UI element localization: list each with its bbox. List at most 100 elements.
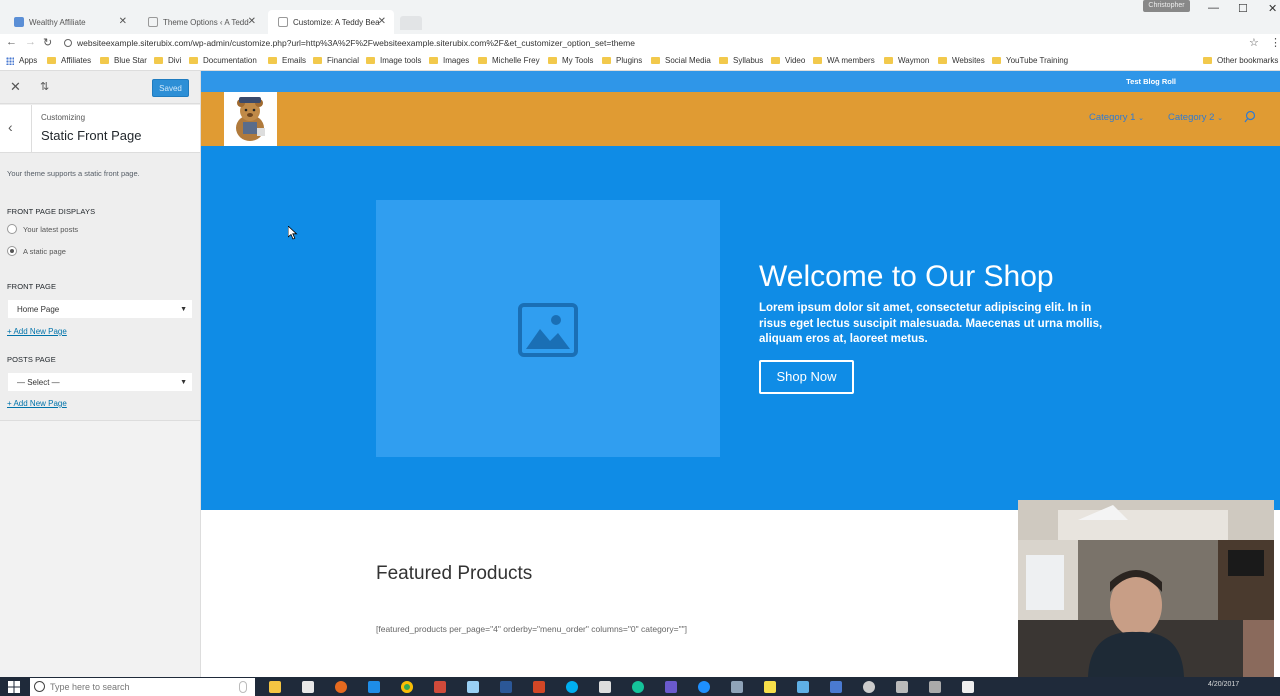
bookmark-star-icon[interactable]: ☆ xyxy=(1249,36,1259,49)
featured-products-shortcode: [featured_products per_page="4" orderby=… xyxy=(376,624,687,634)
bookmark-apps[interactable]: Apps xyxy=(6,56,37,65)
reload-icon[interactable]: ↻ xyxy=(43,36,52,49)
calendar-icon[interactable] xyxy=(599,681,611,693)
app-icon[interactable] xyxy=(467,681,479,693)
bookmark-folder[interactable]: Blue Star xyxy=(100,56,147,65)
radio-label: Your latest posts xyxy=(23,225,79,234)
folder-icon xyxy=(154,57,163,64)
close-tab-icon[interactable]: ✕ xyxy=(378,16,386,27)
new-tab-button[interactable] xyxy=(400,16,422,30)
site-logo[interactable] xyxy=(224,92,277,146)
app-icon[interactable] xyxy=(929,681,941,693)
minimize-icon[interactable]: — xyxy=(1208,2,1219,14)
tab-wealthy-affiliate[interactable]: Wealthy Affiliate ✕ xyxy=(4,10,135,34)
bookmark-label: Michelle Frey xyxy=(492,56,540,65)
skype-icon[interactable] xyxy=(566,681,578,693)
taskbar-clock[interactable]: 4/20/2017 xyxy=(1208,681,1239,688)
radio-static-page[interactable] xyxy=(7,246,17,256)
front-page-select[interactable]: Home Page ▼ xyxy=(7,299,193,319)
bookmark-folder[interactable]: Websites xyxy=(938,56,985,65)
file-explorer-icon[interactable] xyxy=(269,681,281,693)
add-new-page-link[interactable]: + Add New Page xyxy=(7,327,67,336)
forward-arrow-icon[interactable]: → xyxy=(25,36,36,48)
bookmark-folder[interactable]: Affiliates xyxy=(47,56,91,65)
app-icon[interactable] xyxy=(797,681,809,693)
bookmark-folder[interactable]: Documentation xyxy=(189,56,257,65)
radio-label: A static page xyxy=(23,247,66,256)
app-icon[interactable] xyxy=(830,681,842,693)
bookmark-folder[interactable]: Images xyxy=(429,56,469,65)
bookmark-folder[interactable]: Video xyxy=(771,56,805,65)
add-new-page-link[interactable]: + Add New Page xyxy=(7,399,67,408)
menu-dots-icon[interactable]: ⋮ xyxy=(1270,36,1280,49)
tab-theme-options[interactable]: Theme Options ‹ A Tedd ✕ xyxy=(138,10,264,34)
hero-description: Lorem ipsum dolor sit amet, consectetur … xyxy=(759,302,1103,345)
back-arrow-icon[interactable]: ← xyxy=(6,36,17,48)
folder-icon xyxy=(884,57,893,64)
bookmark-folder[interactable]: Social Media xyxy=(651,56,711,65)
taskbar-search-input[interactable]: Type here to search xyxy=(30,678,255,696)
menu-item-category-2[interactable]: Category 2 ⌄ xyxy=(1168,112,1223,123)
bookmark-folder[interactable]: Waymon xyxy=(884,56,929,65)
microphone-icon[interactable] xyxy=(239,681,247,693)
bookmark-label: Images xyxy=(443,56,470,65)
posts-page-select[interactable]: — Select — ▼ xyxy=(7,372,193,392)
app-icon[interactable] xyxy=(434,681,446,693)
menu-item-category-1[interactable]: Category 1 ⌄ xyxy=(1089,112,1144,123)
posts-page-label: Posts page xyxy=(7,355,56,364)
bookmark-folder[interactable]: YouTube Training xyxy=(992,56,1068,65)
close-icon[interactable]: ✕ xyxy=(10,79,21,95)
menu-label: Category 2 xyxy=(1168,112,1215,123)
bookmark-label: YouTube Training xyxy=(1006,56,1069,65)
tab-customize[interactable]: Customize: A Teddy Bea ✕ xyxy=(268,10,394,34)
folder-icon xyxy=(1203,57,1212,64)
select-value: — Select — xyxy=(17,378,60,387)
app-icon[interactable] xyxy=(665,681,677,693)
store-icon[interactable] xyxy=(302,681,314,693)
app-icon[interactable] xyxy=(698,681,710,693)
settings-gear-icon[interactable] xyxy=(863,681,875,693)
grammarly-icon[interactable] xyxy=(632,681,644,693)
device-switch-icon[interactable]: ⇅ xyxy=(40,80,49,93)
hero-image-placeholder xyxy=(376,200,720,457)
shop-now-button[interactable]: Shop Now xyxy=(759,360,854,394)
close-tab-icon[interactable]: ✕ xyxy=(248,16,256,27)
bookmark-folder[interactable]: Image tools xyxy=(366,56,421,65)
bookmark-folder[interactable]: My Tools xyxy=(548,56,593,65)
saved-button[interactable]: Saved xyxy=(152,79,189,97)
bookmark-folder[interactable]: Emails xyxy=(268,56,306,65)
folder-icon xyxy=(100,57,109,64)
bookmark-label: Emails xyxy=(282,56,307,65)
bookmark-folder[interactable]: Divi xyxy=(154,56,181,65)
radio-latest-posts[interactable] xyxy=(7,224,17,234)
top-bar-link[interactable]: Test Blog Roll xyxy=(1126,77,1176,86)
sticky-notes-icon[interactable] xyxy=(764,681,776,693)
maximize-icon[interactable]: ☐ xyxy=(1238,2,1248,15)
word-icon[interactable] xyxy=(500,681,512,693)
powerpoint-icon[interactable] xyxy=(533,681,545,693)
bookmark-folder[interactable]: Financial xyxy=(313,56,359,65)
chrome-icon[interactable] xyxy=(401,681,413,693)
hero-title: Welcome to Our Shop xyxy=(759,260,1054,293)
folder-icon xyxy=(478,57,487,64)
bookmark-other[interactable]: Other bookmarks xyxy=(1203,56,1278,65)
bookmark-folder[interactable]: WA members xyxy=(813,56,875,65)
close-tab-icon[interactable]: ✕ xyxy=(119,16,127,27)
bookmark-folder[interactable]: Plugins xyxy=(602,56,642,65)
app-icon[interactable] xyxy=(896,681,908,693)
url-field[interactable]: websiteexample.siterubix.com/wp-admin/cu… xyxy=(64,36,1264,51)
windows-start-icon[interactable] xyxy=(8,681,20,693)
profile-chip[interactable]: Christopher xyxy=(1143,0,1190,12)
image-placeholder-icon xyxy=(518,303,578,357)
search-icon[interactable] xyxy=(1244,110,1256,124)
firefox-icon[interactable] xyxy=(335,681,347,693)
front-page-label: Front page xyxy=(7,282,57,291)
folder-icon xyxy=(268,57,277,64)
app-icon[interactable] xyxy=(731,681,743,693)
bookmark-folder[interactable]: Syllabus xyxy=(719,56,763,65)
edge-icon[interactable] xyxy=(368,681,380,693)
chevron-left-icon[interactable]: ‹ xyxy=(8,119,13,135)
close-window-icon[interactable]: ✕ xyxy=(1268,2,1277,15)
camera-icon[interactable] xyxy=(962,681,974,693)
bookmark-folder[interactable]: Michelle Frey xyxy=(478,56,540,65)
